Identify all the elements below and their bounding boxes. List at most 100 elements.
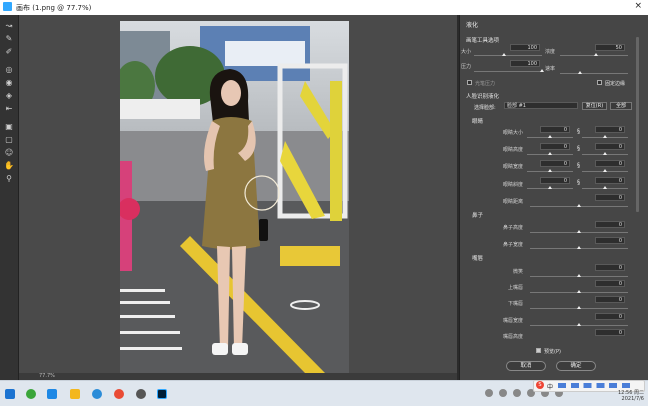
tray-icon[interactable]: [499, 389, 507, 397]
link-icon[interactable]: §: [577, 162, 580, 169]
eye-tilt-left-slider[interactable]: [527, 186, 573, 189]
window-title: 画布 (1.png @ 77.7%): [16, 4, 92, 12]
eye-height-left-slider[interactable]: [527, 152, 573, 155]
select-face-dropdown[interactable]: 脸部 #1: [504, 102, 578, 109]
density-slider[interactable]: [560, 53, 628, 56]
nose-width-slider[interactable]: [530, 246, 628, 249]
face-tool-icon[interactable]: ☺: [4, 148, 14, 158]
panel-title: 液化: [466, 22, 479, 29]
eye-size-right-field[interactable]: 0: [595, 126, 625, 133]
liquify-toolbar: ↝ ✎ ✐ ◎ ◉ ◈ ⇤ ▣ ▢ ☺ ✋ ⚲: [0, 15, 19, 380]
lower-lip-slider[interactable]: [530, 306, 628, 309]
tray-icon[interactable]: [485, 389, 493, 397]
nose-height-field[interactable]: 0: [595, 221, 625, 228]
nose-width-field[interactable]: 0: [595, 237, 625, 244]
upper-lip-slider[interactable]: [530, 290, 628, 293]
reset-button[interactable]: 复位(R): [582, 102, 607, 110]
eye-size-right-slider[interactable]: [582, 135, 628, 138]
nose-height-label: 鼻子高度: [502, 225, 523, 231]
nose-heading[interactable]: 鼻子: [472, 211, 483, 219]
mouth-width-field[interactable]: 0: [595, 313, 625, 320]
system-clock[interactable]: 12:56 周二 2021/7/6: [618, 390, 644, 402]
status-bar: 77.7%: [19, 373, 457, 380]
file-explorer-icon[interactable]: [70, 389, 80, 399]
eye-tilt-right-slider[interactable]: [582, 186, 628, 189]
preview-label: 预览(P): [544, 349, 561, 355]
eye-distance-field[interactable]: 0: [595, 194, 625, 201]
eye-distance-slider[interactable]: [530, 204, 628, 207]
thaw-mask-icon[interactable]: ▢: [4, 135, 14, 145]
nose-height-slider[interactable]: [530, 230, 628, 233]
eye-width-left-field[interactable]: 0: [540, 160, 570, 167]
pin-edges-checkbox[interactable]: [597, 80, 602, 85]
app-icon[interactable]: [136, 389, 146, 399]
close-icon[interactable]: ×: [634, 1, 642, 11]
eye-tilt-label: 眼睛斜度: [502, 182, 523, 188]
eye-tilt-right-field[interactable]: 0: [595, 177, 625, 184]
forward-warp-icon[interactable]: ↝: [4, 21, 14, 31]
pressure-label: 压力: [460, 64, 471, 70]
eye-width-label: 眼睛宽度: [502, 164, 523, 170]
size-label: 大小: [460, 49, 471, 55]
eye-width-left-slider[interactable]: [527, 169, 573, 172]
push-left-icon[interactable]: ⇤: [4, 104, 14, 114]
windows-start-icon[interactable]: [5, 389, 15, 399]
smooth-icon[interactable]: ✐: [4, 47, 14, 57]
app-icon[interactable]: [47, 389, 57, 399]
chrome-icon[interactable]: [114, 389, 124, 399]
ime-language[interactable]: 中: [547, 382, 553, 391]
link-icon[interactable]: §: [577, 145, 580, 152]
eye-height-left-field[interactable]: 0: [540, 143, 570, 150]
smile-field[interactable]: 0: [595, 264, 625, 271]
rate-slider[interactable]: [560, 71, 628, 74]
freeze-mask-icon[interactable]: ▣: [4, 122, 14, 132]
eye-tilt-left-field[interactable]: 0: [540, 177, 570, 184]
image-canvas[interactable]: [120, 21, 349, 373]
panel-scrollbar[interactable]: [636, 37, 639, 212]
link-icon[interactable]: §: [577, 179, 580, 186]
density-field[interactable]: 50: [595, 44, 625, 51]
smile-slider[interactable]: [530, 274, 628, 277]
tray-icon[interactable]: [513, 389, 521, 397]
photoshop-taskbar-icon[interactable]: [157, 389, 167, 399]
eye-width-right-field[interactable]: 0: [595, 160, 625, 167]
eye-size-label: 眼睛大小: [502, 130, 523, 136]
density-label: 浓度: [544, 49, 555, 55]
lower-lip-label: 下嘴唇: [507, 301, 523, 307]
upper-lip-field[interactable]: 0: [595, 280, 625, 287]
stylus-pressure-label: 光笔压力: [475, 81, 496, 87]
twirl-icon[interactable]: ◎: [4, 65, 14, 75]
eye-height-right-field[interactable]: 0: [595, 143, 625, 150]
eyes-heading[interactable]: 眼睛: [472, 117, 483, 125]
ok-button[interactable]: 确定: [556, 361, 596, 371]
mouth-height-field[interactable]: 0: [595, 329, 625, 336]
reconstruct-icon[interactable]: ✎: [4, 34, 14, 44]
brush-options-heading[interactable]: 画笔工具选项: [466, 36, 499, 44]
title-bar: 画布 (1.png @ 77.7%) ×: [0, 0, 648, 15]
zoom-icon[interactable]: ⚲: [4, 174, 14, 184]
eye-width-right-slider[interactable]: [582, 169, 628, 172]
face-aware-heading[interactable]: 人脸识别液化: [466, 92, 499, 100]
lower-lip-field[interactable]: 0: [595, 296, 625, 303]
sogou-icon[interactable]: S: [536, 381, 544, 389]
browser-icon[interactable]: [92, 389, 102, 399]
link-icon[interactable]: §: [577, 128, 580, 135]
cancel-button[interactable]: 取消: [506, 361, 546, 371]
all-button[interactable]: 全部: [610, 102, 632, 110]
eye-size-left-slider[interactable]: [527, 135, 573, 138]
size-slider[interactable]: [474, 53, 542, 56]
eye-height-right-slider[interactable]: [582, 152, 628, 155]
mouth-heading[interactable]: 嘴唇: [472, 254, 483, 262]
pin-edges-label: 固定边缘: [605, 81, 626, 87]
bloat-icon[interactable]: ◈: [4, 91, 14, 101]
pucker-icon[interactable]: ◉: [4, 78, 14, 88]
zoom-level[interactable]: 77.7%: [39, 373, 55, 379]
mouth-width-slider[interactable]: [530, 323, 628, 326]
app-icon[interactable]: [26, 389, 36, 399]
eye-size-left-field[interactable]: 0: [540, 126, 570, 133]
hand-icon[interactable]: ✋: [4, 161, 14, 171]
preview-checkbox[interactable]: [536, 348, 541, 353]
upper-lip-label: 上嘴唇: [507, 285, 523, 291]
stylus-pressure-checkbox[interactable]: [467, 80, 472, 85]
ime-tool-icons[interactable]: [558, 383, 638, 388]
